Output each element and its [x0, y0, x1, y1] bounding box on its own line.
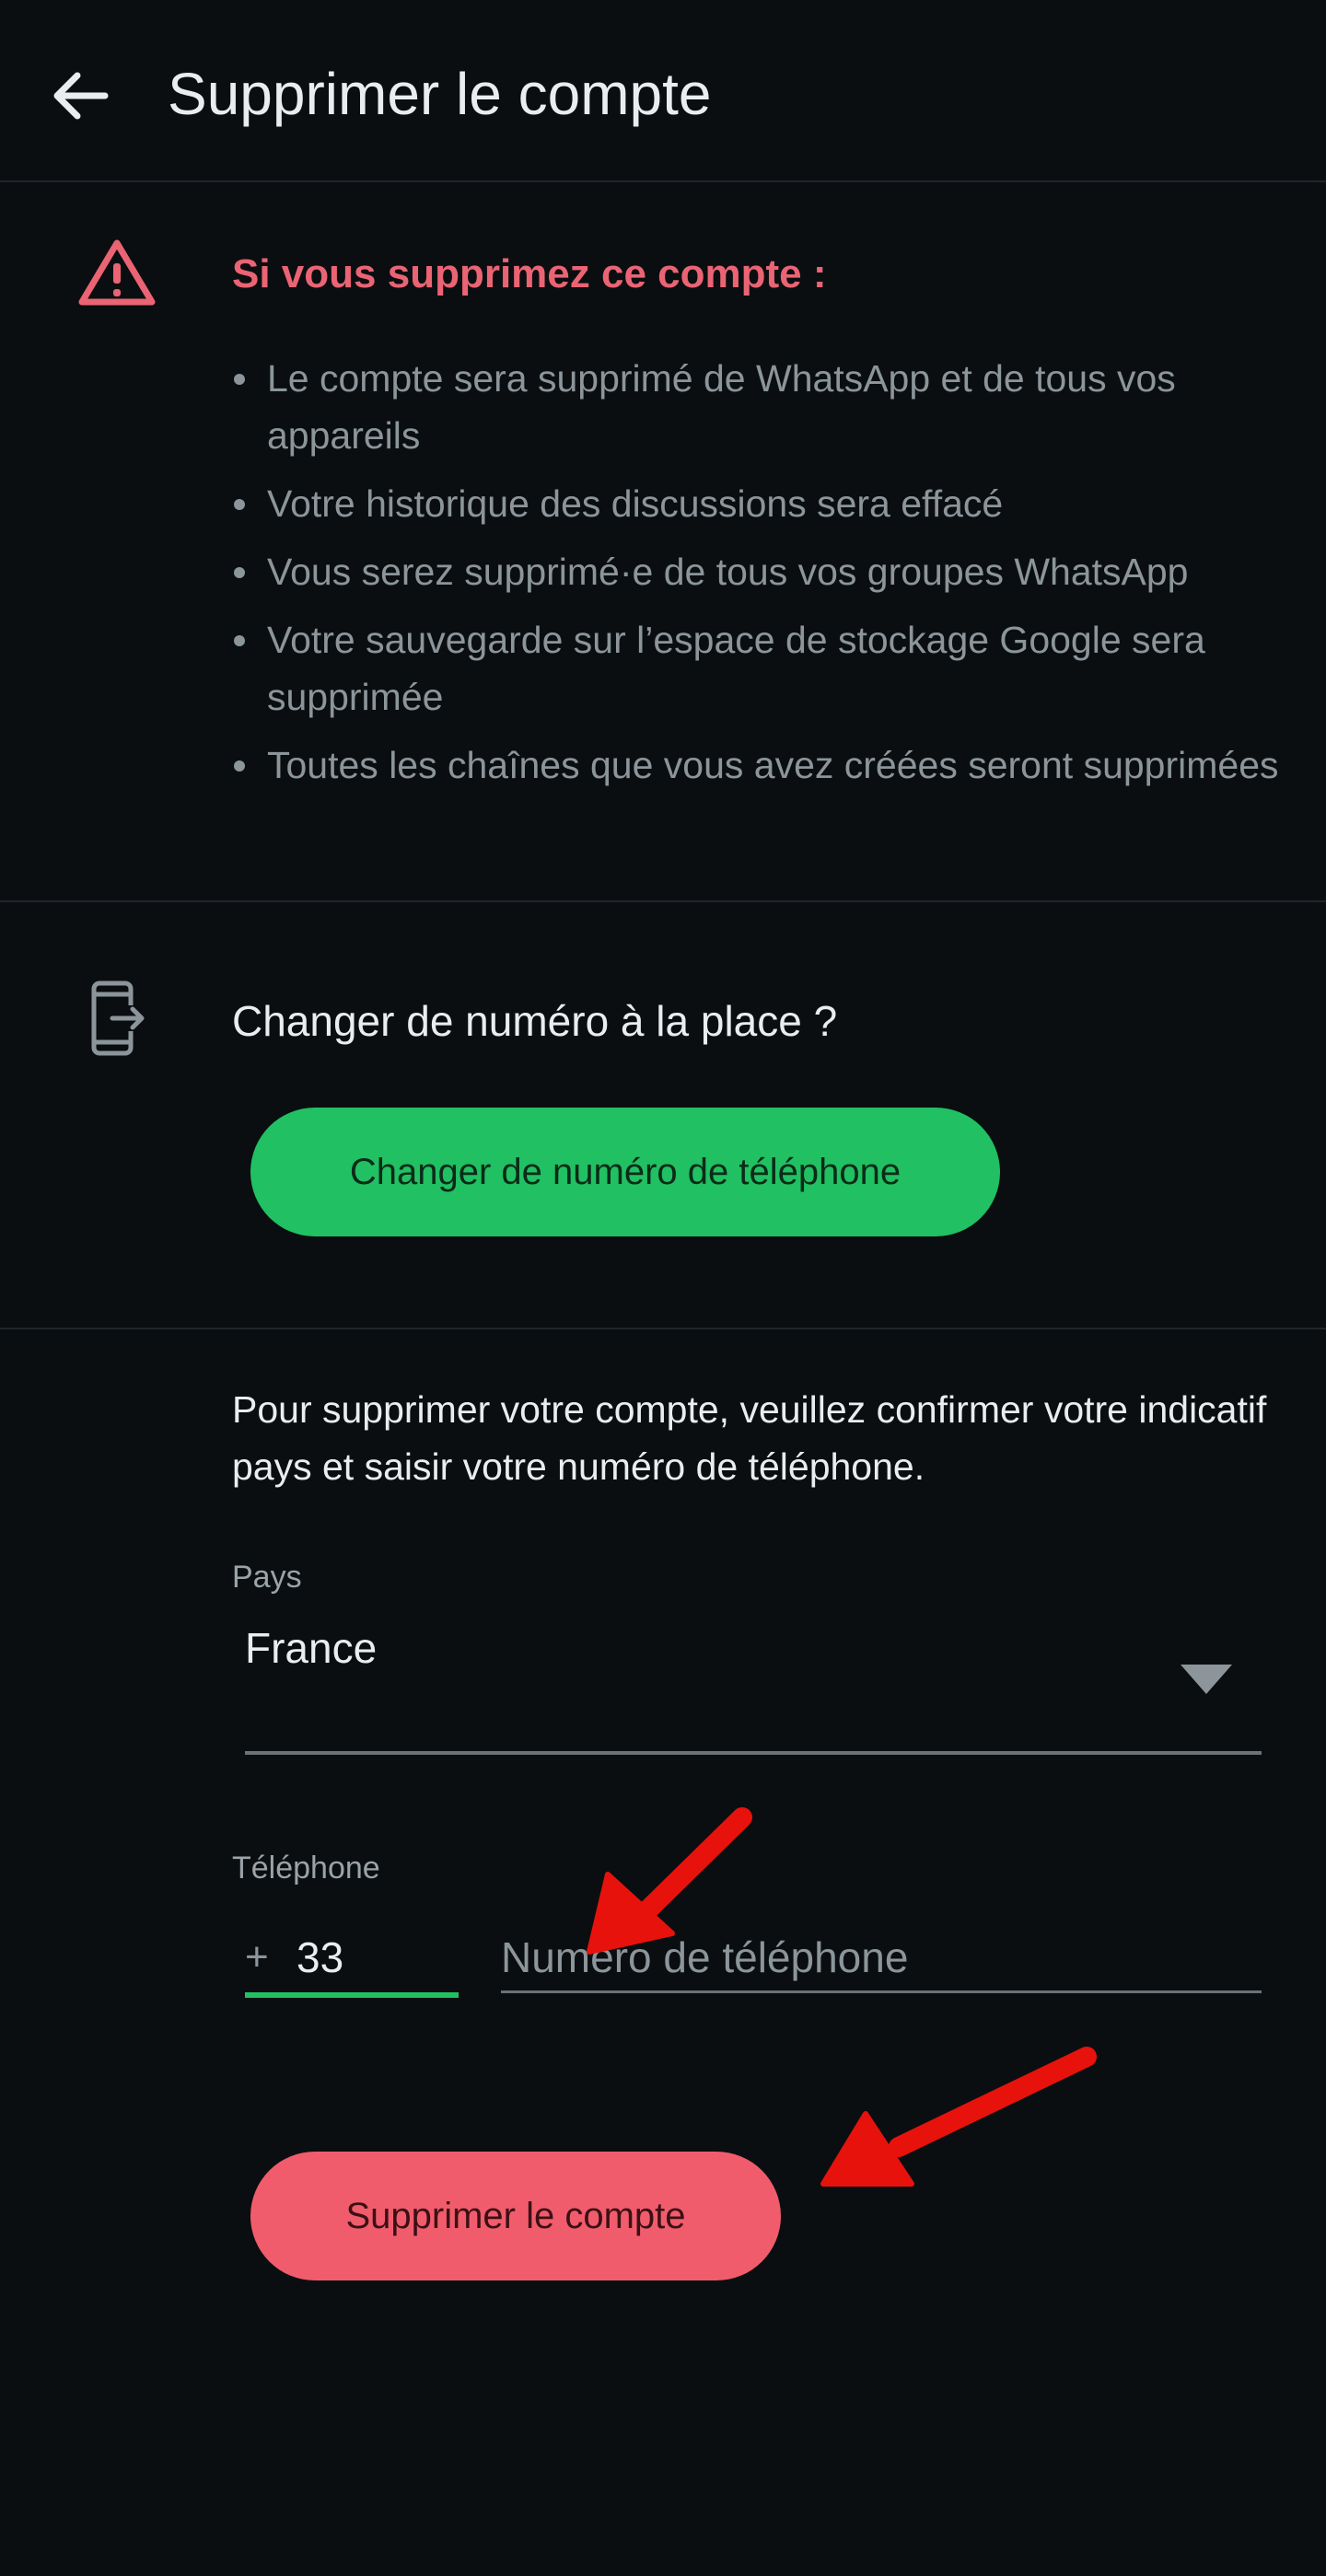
list-item: Vous serez supprimé·e de tous vos groupe…: [232, 543, 1291, 600]
warning-triangle-icon: [77, 238, 157, 307]
list-item: Votre historique des discussions sera ef…: [232, 475, 1291, 532]
list-item: Le compte sera supprimé de WhatsApp et d…: [232, 350, 1291, 464]
annotation-arrow-icon: [820, 2047, 1097, 2187]
country-value: France: [245, 1624, 378, 1672]
change-number-question: Changer de numéro à la place ?: [232, 997, 838, 1045]
delete-account-button[interactable]: Supprimer le compte: [250, 2152, 781, 2280]
country-select[interactable]: [245, 1602, 1262, 1755]
dropdown-triangle-icon[interactable]: [1181, 1665, 1232, 1694]
plus-sign: +: [245, 1934, 269, 1979]
country-code-underline: [245, 1992, 459, 1998]
list-item: Toutes les chaînes que vous avez créées …: [232, 737, 1291, 794]
phone-transfer-icon: [88, 980, 147, 1057]
page-title: Supprimer le compte: [168, 61, 712, 127]
phone-underline: [501, 1990, 1262, 1993]
country-underline: [245, 1751, 1262, 1755]
warning-title: Si vous supprimez ce compte :: [232, 251, 827, 296]
warning-list: Le compte sera supprimé de WhatsApp et d…: [232, 350, 1291, 805]
phone-number-input[interactable]: [501, 1924, 1262, 1990]
section-divider: [0, 900, 1326, 902]
change-phone-number-button[interactable]: Changer de numéro de téléphone: [250, 1108, 1000, 1236]
section-divider: [0, 1328, 1326, 1329]
country-label: Pays: [232, 1560, 302, 1595]
phone-label: Téléphone: [232, 1851, 380, 1886]
delete-instructions: Pour supprimer votre compte, veuillez co…: [232, 1388, 1267, 1488]
header-divider: [0, 180, 1326, 182]
country-code-input[interactable]: [297, 1924, 453, 1990]
arrow-left-icon[interactable]: [44, 59, 118, 133]
list-item: Votre sauvegarde sur l’espace de stockag…: [232, 611, 1291, 725]
